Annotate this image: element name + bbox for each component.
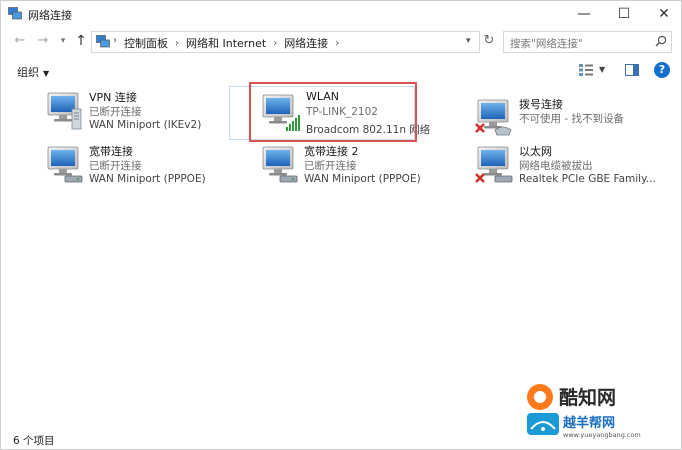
breadcrumb-separator[interactable]: › — [335, 38, 339, 49]
refresh-icon[interactable]: ↻ — [482, 32, 496, 50]
connection-item-dialup[interactable]: 拨号连接 不可使用 - 找不到设备 — [475, 96, 675, 142]
minimize-button[interactable]: — — [567, 1, 601, 27]
connection-name: 宽带连接 — [89, 145, 133, 158]
network-connections-icon — [8, 7, 22, 20]
connection-device: WAN Miniport (PPPOE) — [304, 173, 421, 185]
broadband-connection-icon — [47, 146, 83, 183]
breadcrumb-separator[interactable]: › — [175, 38, 179, 49]
connection-name: 以太网 — [519, 145, 552, 158]
network-connections-window: 网络连接 — ☐ ✕ ← → ▾ ↑ › 控制面板 › 网络和 Internet… — [0, 0, 682, 450]
forward-arrow-icon[interactable]: → — [36, 33, 50, 49]
window-title: 网络连接 — [28, 9, 72, 22]
connection-item-ethernet[interactable]: 以太网 网络电缆被拔出 Realtek PCIe GBE Family... — [475, 143, 675, 189]
connection-device: WAN Miniport (PPPOE) — [89, 173, 206, 185]
help-icon[interactable]: ? — [654, 62, 670, 78]
preview-pane-icon[interactable] — [625, 64, 639, 76]
connection-status: 网络电缆被拔出 — [519, 160, 593, 172]
control-panel-icon — [96, 35, 110, 48]
search-input[interactable]: 搜索"网络连接" — [503, 31, 672, 53]
organize-menu[interactable]: 组织 ▼ — [17, 64, 49, 80]
close-button[interactable]: ✕ — [647, 1, 681, 27]
breadcrumb-network-and-internet[interactable]: 网络和 Internet — [186, 35, 266, 51]
search-placeholder: 搜索"网络连接" — [510, 38, 583, 50]
navigation-bar: ← → ▾ ↑ › 控制面板 › 网络和 Internet › 网络连接 › ▾… — [1, 30, 681, 54]
organize-label: 组织 — [17, 66, 39, 79]
recent-locations-chevron-icon[interactable]: ▾ — [56, 33, 70, 49]
breadcrumb-control-panel[interactable]: 控制面板 — [124, 35, 168, 51]
watermark-brand: 酷知网 — [559, 386, 616, 409]
connection-status: 已断开连接 — [89, 106, 142, 118]
maximize-button[interactable]: ☐ — [607, 1, 641, 27]
address-history-chevron-icon[interactable]: ▾ — [466, 36, 471, 46]
ethernet-connection-icon — [475, 146, 513, 183]
status-bar-item-count: 6 个项目 — [13, 435, 55, 447]
address-bar[interactable]: › 控制面板 › 网络和 Internet › 网络连接 › ▾ — [91, 31, 480, 53]
connection-status: 已断开连接 — [304, 160, 357, 172]
up-arrow-icon[interactable]: ↑ — [74, 33, 88, 49]
connection-item-vpn[interactable]: VPN 连接 已断开连接 WAN Miniport (IKEv2) — [45, 89, 245, 135]
wlan-highlight-frame — [249, 82, 417, 142]
search-icon[interactable] — [655, 35, 667, 47]
watermark-site-url: www.yueyangbang.com — [563, 431, 641, 439]
connection-name: 拨号连接 — [519, 98, 563, 111]
watermark-site-name: 越羊帮网 — [562, 415, 615, 431]
view-options-chevron-icon[interactable]: ▼ — [599, 65, 605, 74]
title-bar: 网络连接 — ☐ ✕ — [1, 1, 681, 27]
connection-status: 不可使用 - 找不到设备 — [519, 113, 624, 125]
connection-item-broadband-2[interactable]: 宽带连接 2 已断开连接 WAN Miniport (PPPOE) — [260, 143, 460, 189]
chevron-down-icon: ▼ — [43, 69, 50, 78]
back-arrow-icon[interactable]: ← — [13, 33, 27, 49]
connection-device: Realtek PCIe GBE Family... — [519, 173, 656, 185]
breadcrumb: 控制面板 › 网络和 Internet › 网络连接 › — [124, 35, 346, 51]
watermark-logo: 酷知网 越羊帮网 www.yueyangbang.com — [527, 384, 641, 439]
connection-item-broadband[interactable]: 宽带连接 已断开连接 WAN Miniport (PPPOE) — [45, 143, 245, 189]
command-bar: 组织 ▼ ▼ ? — [1, 57, 681, 83]
connection-status: 已断开连接 — [89, 160, 142, 172]
connection-name: VPN 连接 — [89, 91, 137, 104]
breadcrumb-network-connections[interactable]: 网络连接 — [284, 35, 328, 51]
vpn-connection-icon — [47, 92, 82, 130]
breadcrumb-separator[interactable]: › — [273, 38, 277, 49]
broadband-connection-icon — [262, 146, 298, 183]
change-view-icon[interactable] — [579, 64, 593, 76]
connection-device: WAN Miniport (IKEv2) — [89, 119, 202, 131]
breadcrumb-separator[interactable]: › — [113, 35, 117, 46]
connection-name: 宽带连接 2 — [304, 145, 359, 158]
dialup-connection-icon — [475, 99, 512, 136]
